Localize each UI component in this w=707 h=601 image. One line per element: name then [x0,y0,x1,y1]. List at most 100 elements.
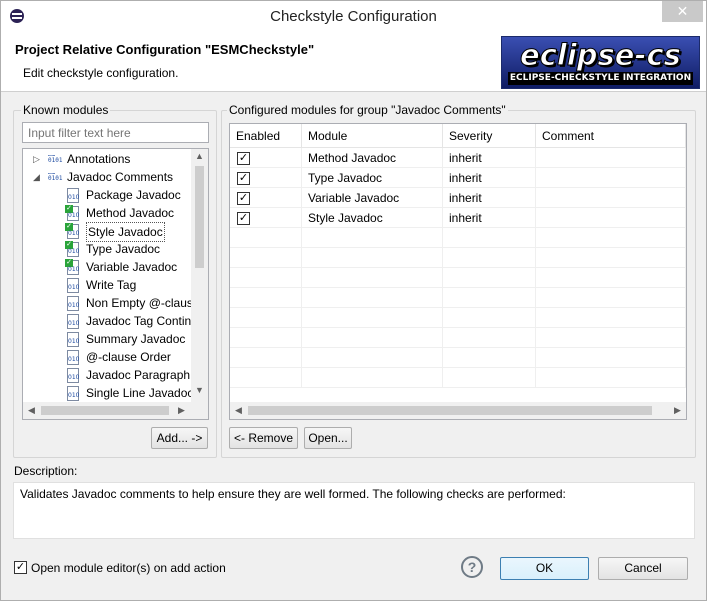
table-cell [536,308,686,328]
tree-category[interactable]: ◢ …… 0101 Javadoc Comments [23,168,189,186]
enabled-checkbox[interactable]: ✓ [237,212,250,225]
logo-main-text: eclipse-cs [520,38,682,73]
table-cell [443,368,536,388]
tree-item[interactable]: Package Javadoc [23,186,189,204]
table-cell [302,348,443,368]
tree-category[interactable]: ▷ …… 0101 Annotations [23,150,189,168]
empty-table-row [230,368,686,388]
table-cell [302,288,443,308]
tree-item[interactable]: ✓ Method Javadoc [23,204,189,222]
column-header-severity[interactable]: Severity [443,124,536,148]
table-cell [443,288,536,308]
module-enabled-icon: ✓ [65,241,79,257]
tree-item[interactable]: Non Empty @-claus [23,294,193,312]
tree-item-label: Javadoc Comments [67,170,174,184]
table-cell [230,288,302,308]
tree-item[interactable]: Single Line Javadoc [23,384,193,402]
header-subtitle: Edit checkstyle configuration. [23,66,179,80]
module-icon [67,314,79,329]
remove-button[interactable]: <- Remove [229,427,298,449]
tree-item[interactable]: Write Tag [23,276,189,294]
collapse-arrow-icon[interactable]: ◢ [33,168,43,186]
table-cell [536,268,686,288]
column-header-enabled[interactable]: Enabled [230,124,302,148]
tree-item[interactable]: ✓ Type Javadoc [23,240,189,258]
enabled-checkbox[interactable]: ✓ [237,152,250,165]
table-cell: Type Javadoc [302,168,443,188]
table-cell [536,248,686,268]
tree-item-label: Javadoc Tag Contin [86,314,192,328]
scroll-right-arrow[interactable]: ▶ [173,405,190,416]
module-icon [67,278,79,293]
tree-vertical-scrollbar[interactable]: ▲ ▼ [191,149,208,402]
table-horizontal-scrollbar[interactable]: ◀ ▶ [230,402,686,419]
table-scroll-thumb[interactable] [248,406,652,415]
cancel-button[interactable]: Cancel [598,557,688,580]
table-row[interactable]: ✓ Variable Javadoc inherit [230,188,686,208]
add-button[interactable]: Add... -> [151,427,208,449]
table-cell [536,348,686,368]
scroll-thumb[interactable] [195,166,204,268]
tree-horizontal-scrollbar[interactable]: ◀ ▶ [23,402,208,419]
tree-item-label: Method Javadoc [86,206,175,220]
expand-arrow-icon[interactable]: ▷ [33,150,43,168]
filter-input[interactable] [22,122,209,143]
table-cell: inherit [443,168,536,188]
close-button[interactable]: ✕ [662,1,703,22]
table-cell [230,268,302,288]
table-cell: inherit [443,188,536,208]
configured-modules-table: Enabled Module Severity Comment ✓ Style J… [229,123,687,420]
help-icon[interactable]: ? [461,556,483,578]
column-header-comment[interactable]: Comment [536,124,686,148]
table-cell: inherit [443,148,536,168]
tree-item[interactable]: Summary Javadoc [23,330,189,348]
dialog-header: Project Relative Configuration "ESMCheck… [1,32,706,92]
table-scroll-right-arrow[interactable]: ▶ [669,405,686,416]
table-cell: ✓ [230,148,302,168]
window-title: Checkstyle Configuration [270,8,437,25]
description-label: Description: [14,464,78,478]
scroll-up-arrow[interactable]: ▲ [191,151,208,161]
tree-item[interactable]: ✓ Style Javadoc [23,222,189,242]
empty-table-row [230,248,686,268]
open-editor-check-mark: ✓ [15,561,26,573]
table-cell [443,328,536,348]
empty-table-row [230,328,686,348]
table-scroll-left-arrow[interactable]: ◀ [230,405,247,416]
table-cell [443,308,536,328]
enabled-checkbox[interactable]: ✓ [237,172,250,185]
scroll-left-arrow[interactable]: ◀ [23,405,40,416]
configured-modules-label: Configured modules for group "Javadoc Co… [227,103,508,117]
table-cell [443,248,536,268]
open-editor-checkbox[interactable]: ✓ [14,561,27,574]
module-icon [67,368,79,383]
table-cell [443,268,536,288]
tree-item[interactable]: Javadoc Tag Contin [23,312,192,330]
tree-item[interactable]: ✓ Variable Javadoc [23,258,189,276]
table-cell [230,348,302,368]
ok-button[interactable]: OK [500,557,589,580]
tree-item-label: Summary Javadoc [86,332,186,346]
modules-tree[interactable]: Single Line Javadoc Javadoc Paragraph @-cl… [22,148,209,420]
module-enabled-icon: ✓ [65,223,79,239]
column-header-module[interactable]: Module [302,124,443,148]
table-cell [302,328,443,348]
table-row[interactable]: ✓ Type Javadoc inherit [230,168,686,188]
h-scroll-thumb[interactable] [41,406,169,415]
table-cell [536,148,686,168]
open-editor-label[interactable]: Open module editor(s) on add action [31,561,226,575]
open-button[interactable]: Open... [304,427,352,449]
tree-item-label: Type Javadoc [86,242,161,256]
table-cell [230,248,302,268]
module-enabled-icon: ✓ [65,259,79,275]
green-check-icon: ✓ [65,241,73,249]
module-enabled-icon: ✓ [65,205,79,221]
logo-band-text: ECLIPSE-CHECKSTYLE INTEGRATION [508,72,693,85]
tree-item[interactable]: Javadoc Paragraph [23,366,190,384]
table-row[interactable]: ✓ Method Javadoc inherit [230,148,686,168]
enabled-checkbox[interactable]: ✓ [237,192,250,205]
table-row[interactable]: ✓ Style Javadoc inherit [230,208,686,228]
table-cell [302,268,443,288]
scroll-down-arrow[interactable]: ▼ [191,385,208,395]
tree-item[interactable]: @-clause Order [23,348,189,366]
